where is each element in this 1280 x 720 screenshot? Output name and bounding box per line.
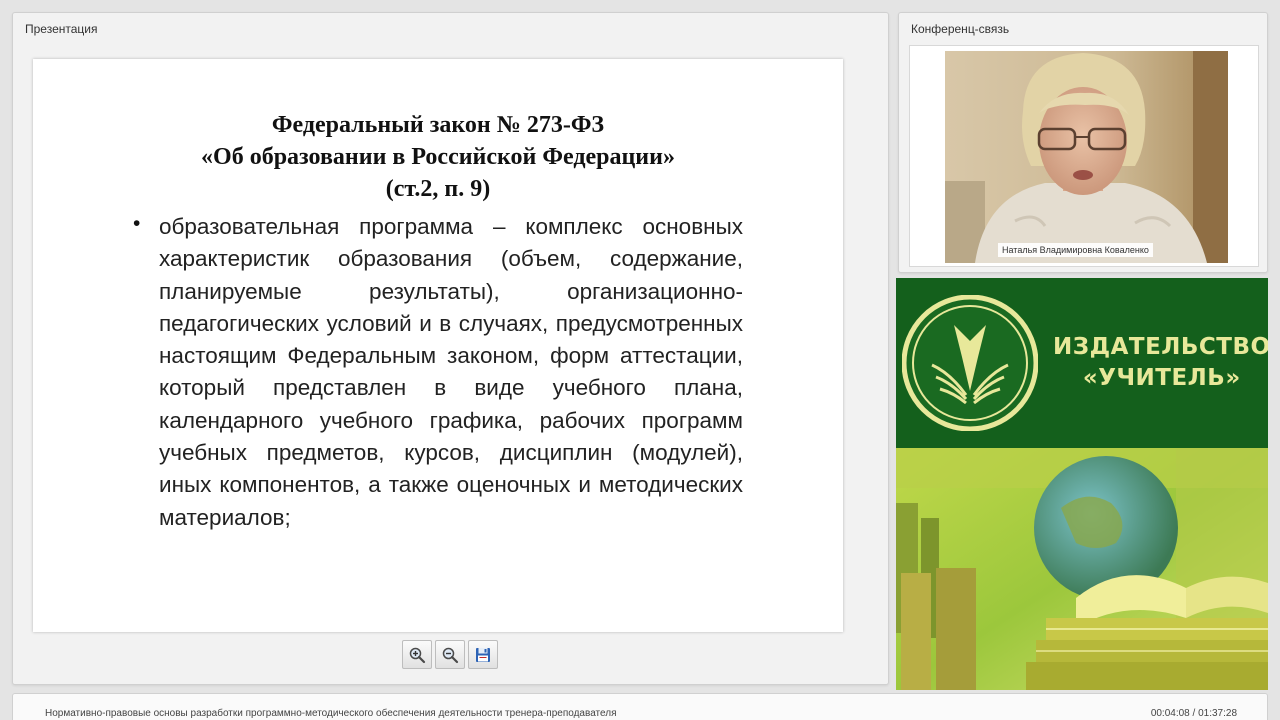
slide-title-line: Федеральный закон № 273-ФЗ [271,112,605,138]
zoom-in-button[interactable] [402,640,432,669]
participant-video-image [945,51,1228,263]
zoom-in-icon [409,647,426,663]
slide-title: Федеральный закон № 273-ФЗ «Об образован… [33,109,843,205]
footer-bar: Нормативно-правовые основы разработки пр… [12,693,1268,720]
slide-bullet: • [133,212,141,235]
publisher-banner: ИЗДАТЕЛЬСТВО «УЧИТЕЛЬ» [896,278,1268,690]
slide-title-line: «Об образовании в Российской Федерации» [201,144,675,170]
zoom-out-icon [442,647,459,663]
zoom-out-button[interactable] [435,640,465,669]
conference-panel: Конференц-связь Наталья Владимировна Ков… [898,12,1268,273]
publisher-name: ИЗДАТЕЛЬСТВО «УЧИТЕЛЬ» [1053,332,1268,394]
slide-body-text: образовательная программа – комплекс осн… [159,214,743,530]
participant-name-label: Наталья Владимировна Коваленко [998,243,1153,257]
slide-title-line: (ст.2, п. 9) [385,176,491,202]
participant-video-frame: Наталья Владимировна Коваленко [909,45,1259,267]
save-button[interactable] [468,640,498,669]
publisher-logo-icon [902,295,1038,431]
books-globe-illustration [896,448,1268,690]
presentation-panel: Презентация Федеральный закон № 273-ФЗ «… [12,12,889,685]
participant-video[interactable]: Наталья Владимировна Коваленко [945,51,1228,263]
publisher-name-line2: «УЧИТЕЛЬ» [1082,365,1241,391]
webinar-title: Нормативно-правовые основы разработки пр… [45,708,617,719]
playback-time: 00:04:08 / 01:37:28 [1150,708,1237,719]
presentation-panel-title: Презентация [25,22,98,36]
presentation-slide: Федеральный закон № 273-ФЗ «Об образован… [33,59,843,632]
conference-panel-title: Конференц-связь [911,22,1010,36]
publisher-name-line1: ИЗДАТЕЛЬСТВО [1053,334,1268,360]
banner-header: ИЗДАТЕЛЬСТВО «УЧИТЕЛЬ» [896,278,1268,448]
floppy-disk-icon [476,647,490,662]
presentation-toolbar [402,640,498,669]
banner-image [896,448,1268,690]
